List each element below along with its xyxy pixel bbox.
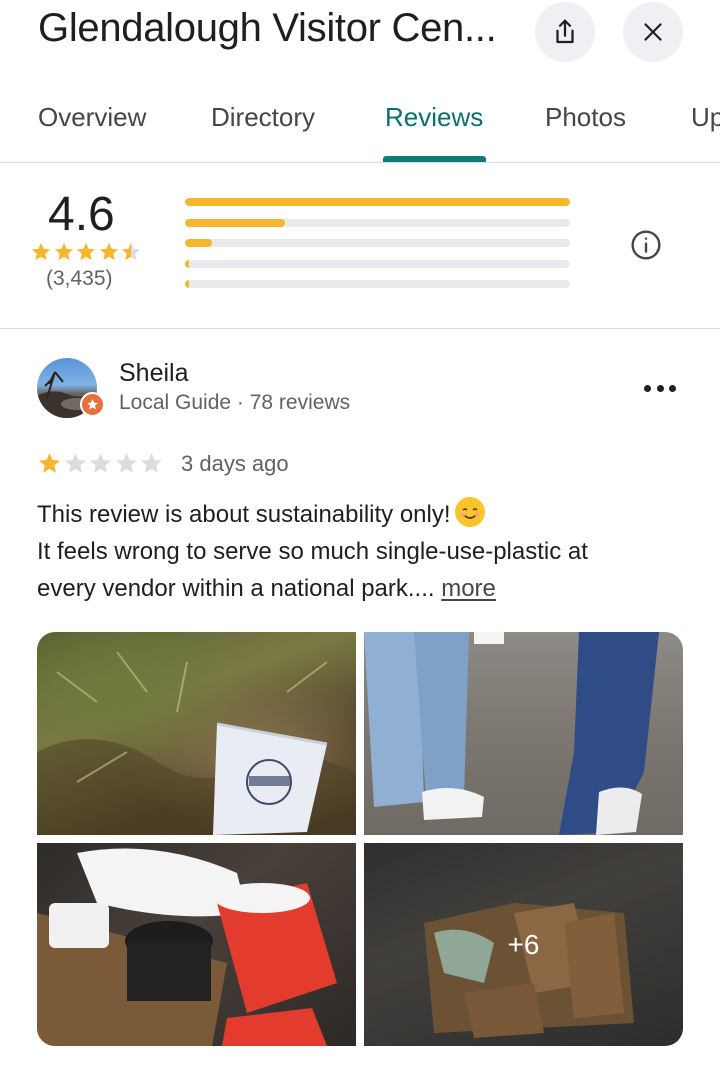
active-tab-indicator	[383, 156, 486, 162]
star-icon	[31, 242, 51, 261]
star-icon	[115, 453, 137, 473]
rating-distribution	[185, 198, 570, 301]
close-button[interactable]	[623, 2, 683, 62]
review-text-line2: It feels wrong to serve so much single-u…	[37, 538, 588, 565]
review-text: This review is about sustainability only…	[37, 496, 697, 607]
more-options-button[interactable]	[640, 374, 680, 402]
rating-bar-5-star	[185, 198, 570, 206]
rating-bar-fill	[185, 280, 189, 288]
review-card: Sheila Local Guide · 78 reviews 3 days a…	[0, 330, 720, 1065]
more-options-dot	[656, 384, 664, 392]
rating-bar-fill	[185, 259, 189, 268]
local-guide-badge-icon	[80, 392, 105, 417]
rating-bar-1-star	[185, 280, 570, 288]
close-icon	[644, 23, 662, 41]
rating-bar-2-star	[185, 259, 570, 268]
rating-bar-4-star	[185, 218, 570, 227]
tab-bar: Overview Directory Reviews Photos Up	[0, 88, 720, 163]
review-photo-bin-trash[interactable]: +6	[364, 843, 683, 1046]
more-link[interactable]: more	[441, 575, 496, 602]
review-photo-walkers[interactable]	[364, 632, 683, 835]
review-photo-bin-cups[interactable]	[37, 843, 356, 1046]
review-count: (3,435)	[46, 267, 113, 290]
reviewer-name[interactable]: Sheila	[119, 359, 189, 388]
emoji-face-icon	[460, 508, 479, 519]
more-options-icon	[644, 384, 651, 392]
average-rating: 4.6	[48, 188, 115, 241]
review-photo-cup-litter[interactable]	[37, 632, 356, 835]
smiling-face-emoji-icon	[454, 497, 485, 527]
more-photos-count: +6	[364, 843, 683, 1046]
reviewer-meta: Local Guide · 78 reviews	[119, 391, 351, 414]
walkers-photo-icon	[364, 632, 659, 835]
tab-updates[interactable]: Up	[691, 102, 720, 133]
star-icon	[121, 242, 141, 261]
place-header: Glendalough Visitor Cen...	[0, 0, 720, 62]
bin-cups-photo-icon	[37, 848, 337, 1046]
rating-bar-3-star	[185, 239, 570, 247]
review-text-line-3: every vendor within a national park.... …	[37, 570, 697, 607]
star-icon	[99, 242, 118, 261]
rating-summary: 4.6 (3,435)	[0, 163, 720, 329]
star-icon	[141, 453, 162, 473]
star-icon	[64, 453, 86, 473]
place-title: Glendalough Visitor Cen...	[38, 6, 497, 50]
rating-bar-fill	[185, 218, 286, 227]
review-date: 3 days ago	[181, 451, 289, 476]
star-icon	[39, 453, 60, 473]
rating-bar-fill	[185, 198, 570, 206]
share-icon	[556, 19, 574, 44]
star-icon	[54, 242, 73, 261]
star-icon	[90, 453, 111, 473]
rating-bar-fill	[185, 239, 212, 247]
tab-overview[interactable]: Overview	[38, 102, 146, 133]
review-text-line: This review is about sustainability only…	[37, 496, 697, 533]
tab-photos[interactable]: Photos	[545, 102, 626, 133]
share-button[interactable]	[535, 2, 595, 62]
tab-reviews[interactable]: Reviews	[385, 102, 483, 133]
star-icon	[76, 242, 96, 261]
review-text-line1: This review is about sustainability only…	[37, 501, 451, 528]
cup-litter-photo-icon	[37, 651, 356, 835]
review-text-line3: every vendor within a national park....	[37, 575, 435, 602]
summary-star-rating	[30, 241, 143, 263]
info-icon[interactable]	[630, 229, 662, 261]
badge-star-icon	[87, 399, 98, 410]
tab-directory[interactable]: Directory	[211, 102, 315, 133]
review-star-rating	[37, 451, 165, 476]
more-options-dot	[669, 384, 676, 392]
